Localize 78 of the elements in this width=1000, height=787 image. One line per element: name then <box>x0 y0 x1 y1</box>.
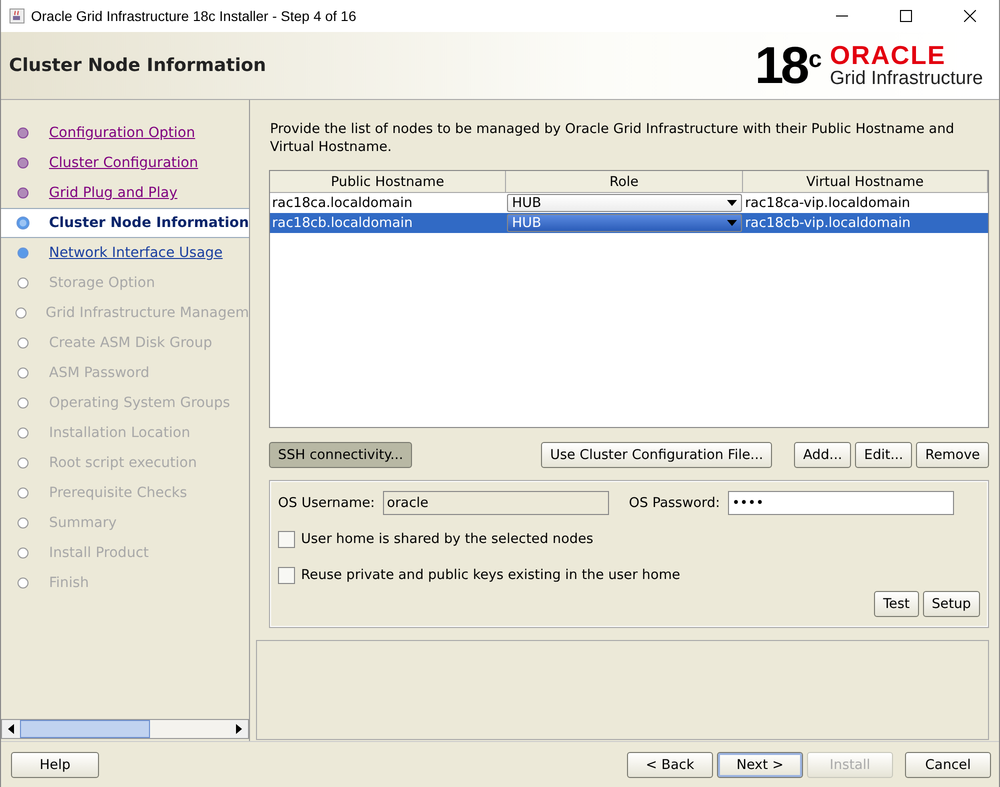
step-link[interactable]: Cluster Configuration <box>49 155 198 171</box>
window-title: Oracle Grid Infrastructure 18c Installer - Step 4 of 16 <box>31 8 358 24</box>
table-button[interactable]: Add... <box>794 442 852 468</box>
ssh-button[interactable]: Test <box>874 591 919 617</box>
table-button[interactable]: Use Cluster Configuration File... <box>541 442 772 468</box>
password-label: OS Password: <box>628 495 720 511</box>
table-button[interactable]: SSH connectivity... <box>269 442 412 468</box>
scroll-thumb[interactable] <box>20 720 150 738</box>
help-button[interactable]: Help <box>11 752 99 778</box>
logo-version: 18 <box>754 40 807 92</box>
column-header: Role <box>506 171 743 193</box>
step-dot-icon <box>16 396 30 410</box>
caret-icon <box>727 200 737 206</box>
step-label: Install Product <box>49 545 149 561</box>
username-field[interactable]: oracle <box>382 491 609 515</box>
instructions-text: Provide the list of nodes to be managed by Oracle Grid Infrastructure with their Public Hostname and Virtual Hostname. <box>270 120 956 156</box>
step-label: ASM Password <box>49 365 150 381</box>
step-dot-icon <box>16 276 30 290</box>
checkbox[interactable] <box>278 566 295 584</box>
logo-superscript: c <box>808 46 822 74</box>
step-label: Installation Location <box>49 425 190 441</box>
step-dot-icon <box>16 366 30 380</box>
table-button[interactable]: Edit... <box>855 442 912 468</box>
horizontal-scrollbar[interactable] <box>1 719 249 739</box>
step-label: Storage Option <box>49 275 155 291</box>
footer-button[interactable]: < Back <box>627 752 713 778</box>
checkbox-label: User home is shared by the selected nodes <box>301 531 594 547</box>
step-label: Prerequisite Checks <box>49 485 188 501</box>
step-label: Root script execution <box>49 455 197 471</box>
step-dot-icon <box>16 246 30 260</box>
footer-button[interactable]: Cancel <box>905 752 991 778</box>
footer-button[interactable]: Next > <box>717 752 803 778</box>
table-row[interactable]: rac18cb.localdomain HUB rac18cb-vip.localdomain <box>270 213 988 233</box>
step-link[interactable]: Network Interface Usage <box>49 245 223 261</box>
step-dot-icon <box>16 546 30 560</box>
table-cell-text: rac18ca.localdomain <box>271 194 414 213</box>
step-dot-icon <box>16 156 30 170</box>
java-cup-icon <box>9 8 25 24</box>
step-dot-icon <box>16 186 30 200</box>
checkbox-label: Reuse private and public keys existing in the user home <box>301 567 680 583</box>
table-cell-text: rac18ca-vip.localdomain <box>744 194 912 213</box>
step-label: Finish <box>49 575 89 591</box>
username-label: OS Username: <box>278 495 375 511</box>
step-dot-icon <box>16 216 30 230</box>
step-dot-icon <box>16 486 30 500</box>
scroll-right-icon[interactable] <box>236 724 242 734</box>
step-dot-icon <box>16 336 30 350</box>
password-field[interactable]: •••• <box>728 491 954 515</box>
table-cell-text: rac18cb.localdomain <box>271 214 414 233</box>
table-button[interactable]: Remove <box>916 442 989 468</box>
step-label: Create ASM Disk Group <box>49 335 212 351</box>
step-dot-icon <box>16 576 30 590</box>
role-dropdown[interactable]: HUB <box>507 214 742 232</box>
step-link[interactable]: Cluster Node Information <box>49 215 249 231</box>
column-header: Public Hostname <box>270 171 506 193</box>
step-dot-icon <box>16 126 30 140</box>
step-label: Operating System Groups <box>49 395 230 411</box>
close-icon[interactable] <box>964 10 976 22</box>
step-dot-icon <box>16 456 30 470</box>
step-link[interactable]: Grid Plug and Play <box>49 185 178 201</box>
caret-icon <box>727 220 737 226</box>
logo-product: Grid Infrastructure <box>830 68 983 90</box>
step-label: Summary <box>49 515 117 531</box>
table-cell-text: rac18cb-vip.localdomain <box>744 214 912 233</box>
step-dot-icon <box>16 426 30 440</box>
logo-brand: ORACLE <box>830 42 947 68</box>
step-dot-icon <box>14 306 28 320</box>
page-title: Cluster Node Information <box>9 55 266 76</box>
current-step-row[interactable]: Cluster Node Information <box>1 208 249 238</box>
ssh-button[interactable]: Setup <box>922 591 980 617</box>
maximize-icon[interactable] <box>900 10 912 22</box>
scroll-left-icon[interactable] <box>8 724 14 734</box>
step-label: Grid Infrastructure Managem <box>46 305 249 321</box>
column-header: Virtual Hostname <box>743 171 988 193</box>
role-dropdown[interactable]: HUB <box>507 194 742 212</box>
step-link[interactable]: Configuration Option <box>49 125 196 141</box>
step-dot-icon <box>16 516 30 530</box>
checkbox[interactable] <box>278 530 295 548</box>
